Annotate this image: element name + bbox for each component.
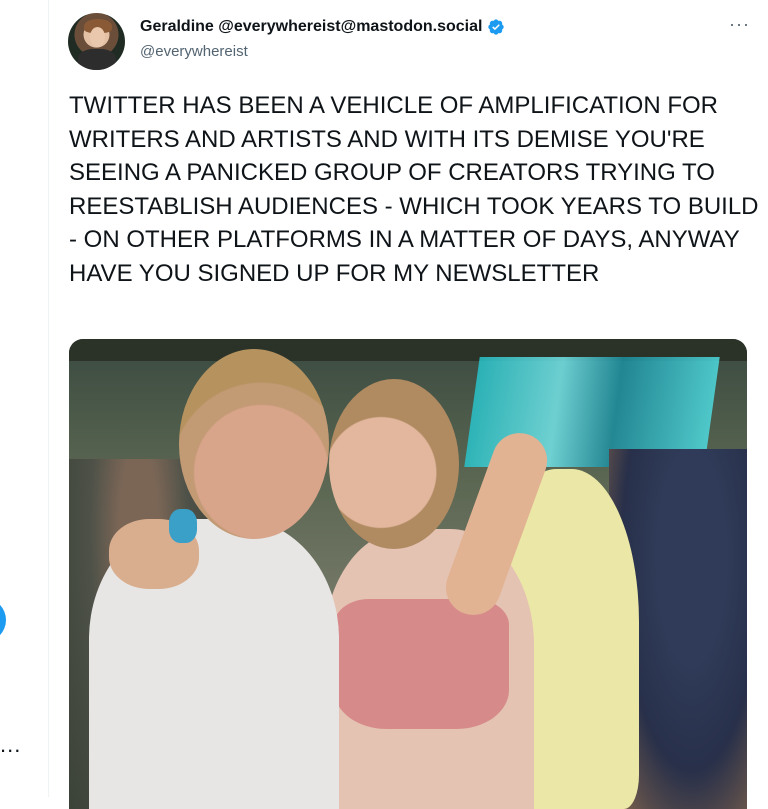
display-name[interactable]: Geraldine @everywhereist@mastodon.social: [140, 18, 482, 36]
handle[interactable]: @everywhereist: [140, 43, 248, 60]
tweet-media-image[interactable]: [69, 339, 747, 809]
bracelet: [169, 509, 197, 543]
person-boy-head: [179, 349, 329, 539]
avatar-face: [90, 27, 105, 47]
rail-more-icon[interactable]: ...: [0, 734, 21, 756]
avatar[interactable]: [68, 13, 125, 70]
verified-badge-icon: [488, 19, 505, 35]
person-girl-top: [334, 599, 509, 729]
avatar-body: [78, 49, 116, 70]
more-options-button[interactable]: ···: [729, 14, 750, 35]
tweet[interactable]: Geraldine @everywhereist@mastodon.social…: [49, 0, 768, 809]
tweet-text: TWITTER HAS BEEN A VEHICLE OF AMPLIFICAT…: [69, 92, 759, 287]
author-row: Geraldine @everywhereist@mastodon.social: [140, 18, 505, 36]
person-girl-head: [329, 379, 459, 549]
left-rail: ...: [0, 0, 49, 797]
compose-button[interactable]: [0, 598, 6, 642]
